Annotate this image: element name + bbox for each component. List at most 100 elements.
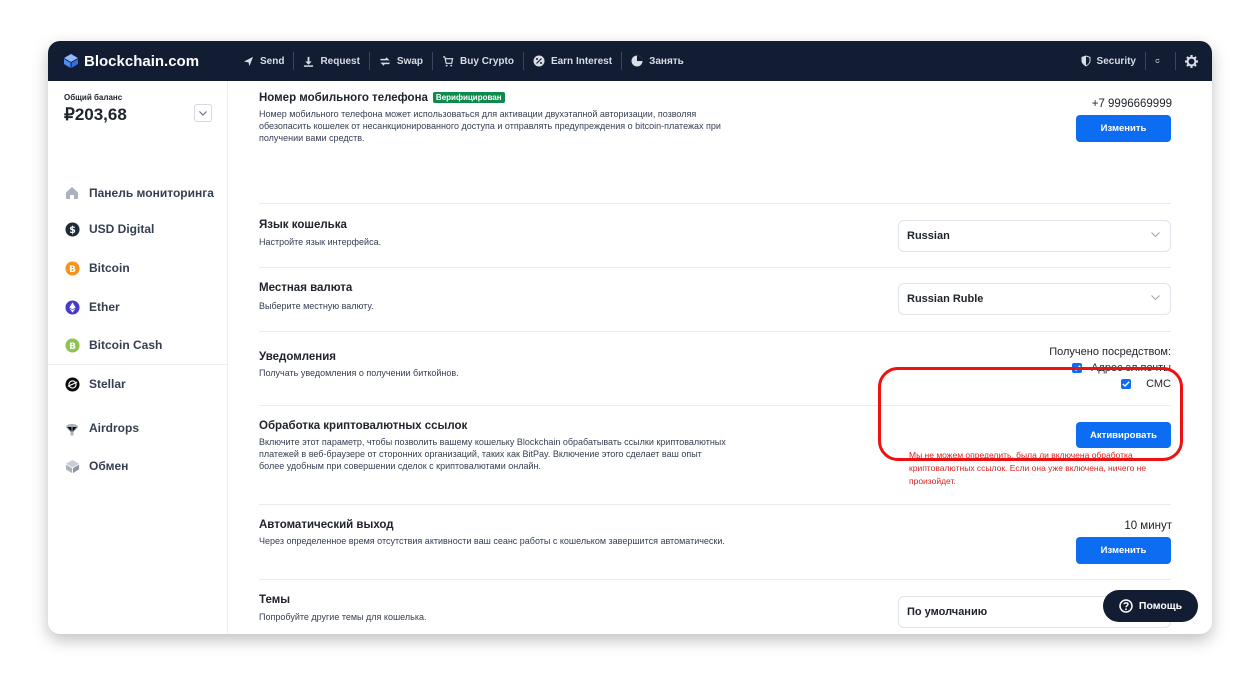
sidebar-item-label: Bitcoin <box>89 261 130 275</box>
change-logout-button[interactable]: Изменить <box>1076 537 1171 564</box>
themes-description: Попробуйте другие темы для кошелька. <box>259 612 427 622</box>
brand-logo[interactable]: Blockchain.com <box>64 53 234 70</box>
swap-icon <box>380 56 390 66</box>
svg-text:B: B <box>69 341 76 351</box>
sidebar-item-label: Bitcoin Cash <box>89 338 163 352</box>
nav-earn-interest[interactable]: Earn Interest <box>524 52 623 70</box>
settings-button[interactable] <box>1176 52 1206 70</box>
chevron-down-icon <box>1151 232 1160 238</box>
download-icon <box>304 56 314 67</box>
language-description: Настройте язык интерфейса. <box>259 237 382 247</box>
nav-request-label: Request <box>320 55 360 67</box>
usd-digital-icon: $ <box>64 221 80 237</box>
svg-text:$: $ <box>69 224 76 235</box>
total-balance-label: Общий баланс <box>64 93 123 102</box>
sidebar-item-label: USD Digital <box>89 222 155 236</box>
settings-row-themes: Темы Попробуйте другие темы для кошелька… <box>259 580 1171 634</box>
send-icon <box>243 56 254 66</box>
nav-request[interactable]: Request <box>294 52 370 70</box>
percent-icon <box>533 55 545 67</box>
bitcoin-icon: B <box>64 260 80 276</box>
nav-send-label: Send <box>260 55 285 67</box>
annotation-highlight <box>878 367 1183 461</box>
home-icon <box>64 185 80 201</box>
phone-number-value: +7 9996669999 <box>1091 98 1172 110</box>
currency-select[interactable]: Russian Ruble <box>898 283 1171 315</box>
chevron-down-icon <box>1151 295 1160 301</box>
brand-name: Blockchain.com <box>84 52 200 70</box>
gear-icon <box>1184 54 1198 68</box>
nav-swap[interactable]: Swap <box>370 52 434 70</box>
currency-title: Местная валюта <box>259 282 353 294</box>
sidebar-item-ether[interactable]: Ether <box>64 299 120 315</box>
pie-icon <box>631 55 643 67</box>
nav-security-label: Security <box>1096 55 1136 67</box>
nav-buy-crypto[interactable]: Buy Crypto <box>433 52 524 70</box>
bitcoin-cash-icon: B <box>64 337 80 353</box>
sidebar-item-stellar[interactable]: Stellar <box>64 376 126 392</box>
shield-icon <box>1081 55 1091 67</box>
phone-title-text: Номер мобильного телефона <box>259 92 428 104</box>
settings-row-phone: Номер мобильного телефона Верифицирован Н… <box>259 81 1172 204</box>
settings-content: Номер мобильного телефона Верифицирован Н… <box>259 81 1172 634</box>
language-title: Язык кошелька <box>259 219 347 231</box>
crypto-links-title: Обработка криптовалютных ссылок <box>259 420 468 432</box>
sidebar: Общий баланс ₽203,68 Панель мониторинга … <box>48 81 228 634</box>
nav-swap-label: Swap <box>396 55 424 67</box>
sidebar-item-label: Ether <box>89 300 120 314</box>
notifications-title: Уведомления <box>259 351 336 363</box>
language-select[interactable]: Russian <box>898 220 1171 252</box>
refresh-button[interactable] <box>1146 52 1176 70</box>
sidebar-item-bitcoin[interactable]: B Bitcoin <box>64 260 130 276</box>
sidebar-item-label: Stellar <box>89 377 126 391</box>
verified-badge: Верифицирован <box>432 92 505 103</box>
sidebar-item-dashboard[interactable]: Панель мониторинга <box>64 185 214 201</box>
language-select-value: Russian <box>907 230 950 242</box>
nav-security[interactable]: Security <box>1072 52 1146 70</box>
settings-row-currency: Местная валюта Выберите местную валюту. … <box>259 268 1171 332</box>
sidebar-item-label: Airdrops <box>89 421 140 435</box>
parachute-icon <box>64 420 80 436</box>
help-label: Помощь <box>1138 600 1183 612</box>
nav-borrow-label: Занять <box>649 55 684 67</box>
crypto-links-description: Включите этот параметр, чтобы позволить … <box>259 437 726 471</box>
phone-title: Номер мобильного телефона Верифицирован <box>259 92 505 104</box>
main-nav: Send Request Swap Buy Crypto Earn Intere… <box>234 41 693 81</box>
sidebar-item-label: Обмен <box>89 459 129 473</box>
total-balance-value: ₽203,68 <box>64 105 127 124</box>
theme-select-value: По умолчанию <box>907 606 988 618</box>
balance-dropdown-button[interactable] <box>194 104 212 122</box>
cart-icon <box>442 55 454 67</box>
nav-borrow[interactable]: Занять <box>622 52 693 70</box>
nav-buy-crypto-label: Buy Crypto <box>460 55 514 67</box>
exchange-icon <box>64 458 80 474</box>
settings-row-auto-logout: Автоматический выход Через определенное … <box>259 505 1172 580</box>
ether-icon <box>64 299 80 315</box>
chevron-down-icon <box>199 110 207 116</box>
stellar-icon <box>64 376 80 392</box>
sidebar-item-exchange[interactable]: Обмен <box>64 458 128 474</box>
themes-title: Темы <box>259 594 291 606</box>
sidebar-item-airdrops[interactable]: Airdrops <box>64 420 139 436</box>
svg-text:B: B <box>69 264 76 274</box>
blockchain-logo-icon <box>64 54 78 68</box>
auto-logout-title: Автоматический выход <box>259 519 394 531</box>
auto-logout-value: 10 минут <box>1124 520 1172 532</box>
auto-logout-description: Через определенное время отсутствия акти… <box>259 536 725 546</box>
settings-row-language: Язык кошелька Настройте язык интерфейса.… <box>259 204 1171 268</box>
sidebar-divider <box>48 364 228 365</box>
currency-select-value: Russian Ruble <box>907 293 984 305</box>
sidebar-item-usd-digital[interactable]: $ USD Digital <box>64 221 154 237</box>
sidebar-item-bitcoin-cash[interactable]: B Bitcoin Cash <box>64 337 162 353</box>
notifications-description: Получать уведомления о получении биткойн… <box>259 368 459 378</box>
change-phone-button[interactable]: Изменить <box>1076 115 1171 142</box>
nav-earn-interest-label: Earn Interest <box>550 55 613 67</box>
app-window: Blockchain.com Send Request Swap Buy Cry… <box>48 41 1212 634</box>
currency-description: Выберите местную валюту. <box>259 301 374 311</box>
question-icon <box>1119 599 1133 613</box>
top-navigation-bar: Blockchain.com Send Request Swap Buy Cry… <box>48 41 1212 81</box>
sidebar-item-label: Панель мониторинга <box>89 186 214 200</box>
help-button[interactable]: Помощь <box>1103 590 1198 622</box>
refresh-icon <box>1155 58 1160 63</box>
nav-send[interactable]: Send <box>234 52 295 70</box>
